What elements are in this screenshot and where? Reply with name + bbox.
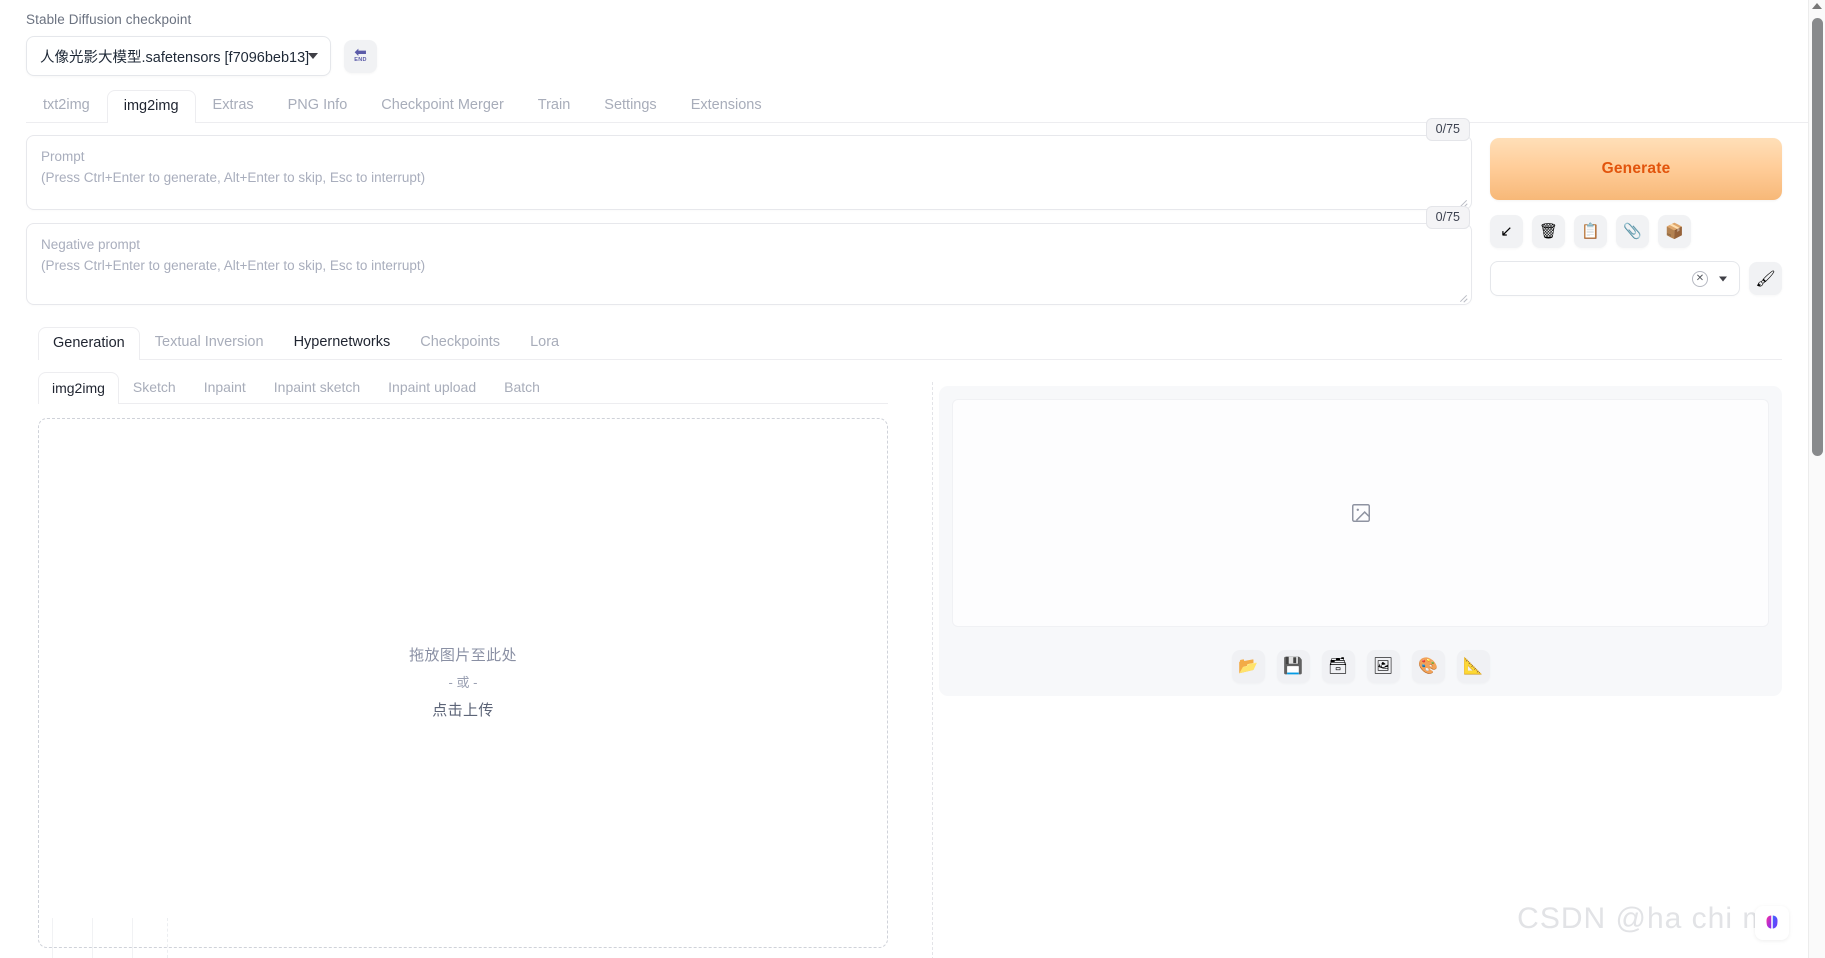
checkpoint-label: Stable Diffusion checkpoint bbox=[26, 12, 192, 27]
end-label-icon: END bbox=[354, 57, 367, 63]
tab-extensions[interactable]: Extensions bbox=[674, 89, 779, 122]
card-file-box-icon[interactable]: 🗃 bbox=[1321, 650, 1355, 683]
output-toolbar: 📂 💾 🗃 🖼 🎨 📐 bbox=[952, 650, 1769, 683]
checkpoint-select-value: 人像光影大模型.safetensors [f7096beb13] bbox=[40, 49, 310, 66]
tab-mode-inpaint-sketch[interactable]: Inpaint sketch bbox=[260, 371, 374, 403]
negative-prompt-placeholder-label: Negative prompt bbox=[41, 237, 141, 252]
negative-prompt-wrap: 0/75 Negative prompt (Press Ctrl+Enter t… bbox=[26, 206, 1472, 305]
mode-tab-bar: img2img Sketch Inpaint Inpaint sketch In… bbox=[38, 372, 888, 404]
trash-icon[interactable]: 🗑 bbox=[1532, 215, 1565, 248]
refresh-checkpoint-button[interactable]: ⬅ END bbox=[344, 39, 377, 73]
prompt-zone: 0/75 Prompt (Press Ctrl+Enter to generat… bbox=[0, 118, 1808, 305]
network-tab-bar: Generation Textual Inversion Hypernetwor… bbox=[38, 327, 1782, 360]
tab-hypernetworks[interactable]: Hypernetworks bbox=[279, 326, 406, 359]
image-dropzone[interactable]: 拖放图片至此处 - 或 - 点击上传 bbox=[38, 418, 888, 948]
image-placeholder-icon bbox=[1351, 504, 1370, 522]
triangular-ruler-icon[interactable]: 📐 bbox=[1456, 650, 1490, 683]
prompt-placeholder-hint: (Press Ctrl+Enter to generate, Alt+Enter… bbox=[41, 170, 426, 185]
tab-txt2img[interactable]: txt2img bbox=[26, 89, 107, 122]
dropzone-drag-text: 拖放图片至此处 bbox=[409, 647, 517, 664]
prompt-input[interactable]: Prompt (Press Ctrl+Enter to generate, Al… bbox=[26, 135, 1472, 210]
negative-prompt-token-counter: 0/75 bbox=[1425, 206, 1470, 229]
interrogate-arrow-icon[interactable]: ↙ bbox=[1490, 215, 1523, 248]
tab-mode-sketch[interactable]: Sketch bbox=[119, 371, 190, 403]
generate-button[interactable]: Generate bbox=[1490, 138, 1782, 200]
checkpoint-section: Stable Diffusion checkpoint 人像光影大模型.safe… bbox=[0, 0, 1808, 76]
resize-handle-icon[interactable] bbox=[1457, 291, 1468, 302]
csdn-watermark: CSDN @ha chi mi bbox=[1517, 902, 1776, 935]
column-divider bbox=[932, 382, 933, 958]
scrollbar-thumb[interactable] bbox=[1812, 18, 1823, 456]
prompt-wrap: 0/75 Prompt (Press Ctrl+Enter to generat… bbox=[26, 118, 1472, 210]
tab-train[interactable]: Train bbox=[521, 89, 588, 122]
styles-row: ✕ 🖌 bbox=[1490, 261, 1782, 296]
tab-textual-inversion[interactable]: Textual Inversion bbox=[140, 326, 279, 359]
output-gallery-card: 📂 💾 🗃 🖼 🎨 📐 bbox=[939, 386, 1782, 696]
tab-mode-inpaint-upload[interactable]: Inpaint upload bbox=[374, 371, 490, 403]
checkpoint-controls: 人像光影大模型.safetensors [f7096beb13] ⬅ END bbox=[26, 36, 1808, 76]
left-arrow-icon: ⬅ bbox=[354, 44, 367, 61]
action-column: Generate ↙ 🗑 📋 📎 📦 ✕ 🖌 bbox=[1490, 135, 1782, 296]
checkpoint-select[interactable]: 人像光影大模型.safetensors [f7096beb13] bbox=[26, 36, 331, 76]
tab-mode-inpaint[interactable]: Inpaint bbox=[190, 371, 260, 403]
left-panel: img2img Sketch Inpaint Inpaint sketch In… bbox=[26, 360, 906, 958]
styles-select[interactable]: ✕ bbox=[1490, 261, 1740, 296]
csdn-logo-icon bbox=[1755, 906, 1789, 940]
clear-icon[interactable]: ✕ bbox=[1692, 270, 1708, 287]
tab-lora[interactable]: Lora bbox=[515, 326, 574, 359]
browser-viewport: Stable Diffusion checkpoint 人像光影大模型.safe… bbox=[0, 0, 1825, 958]
negative-prompt-input[interactable]: Negative prompt (Press Ctrl+Enter to gen… bbox=[26, 223, 1472, 305]
artist-palette-icon[interactable]: 🎨 bbox=[1411, 650, 1445, 683]
framed-picture-icon[interactable]: 🖼 bbox=[1366, 650, 1400, 683]
prompt-placeholder-label: Prompt bbox=[41, 149, 85, 164]
tab-checkpoint-merger[interactable]: Checkpoint Merger bbox=[364, 89, 521, 122]
main-body: img2img Sketch Inpaint Inpaint sketch In… bbox=[26, 360, 1782, 958]
paintbrush-icon[interactable]: 🖌 bbox=[1749, 262, 1782, 295]
dropzone-upload-text[interactable]: 点击上传 bbox=[432, 699, 494, 722]
scroll-up-arrow-icon[interactable] bbox=[1812, 3, 1822, 9]
brain-logo-icon bbox=[1766, 915, 1778, 929]
tab-checkpoints[interactable]: Checkpoints bbox=[405, 326, 515, 359]
webui-page: Stable Diffusion checkpoint 人像光影大模型.safe… bbox=[0, 0, 1808, 958]
package-icon[interactable]: 📦 bbox=[1658, 215, 1691, 248]
paperclip-icon[interactable]: 📎 bbox=[1616, 215, 1649, 248]
prompt-column: 0/75 Prompt (Press Ctrl+Enter to generat… bbox=[26, 118, 1472, 305]
tab-generation[interactable]: Generation bbox=[38, 327, 140, 360]
tab-mode-img2img[interactable]: img2img bbox=[38, 372, 119, 404]
prompt-token-counter: 0/75 bbox=[1425, 118, 1470, 141]
right-panel: 📂 💾 🗃 🖼 🎨 📐 bbox=[906, 360, 1782, 958]
save-floppy-icon[interactable]: 💾 bbox=[1276, 650, 1310, 683]
page-scrollbar[interactable] bbox=[1808, 0, 1825, 958]
tab-img2img[interactable]: img2img bbox=[106, 90, 196, 123]
chevron-down-icon bbox=[1719, 276, 1727, 281]
tab-png-info[interactable]: PNG Info bbox=[271, 89, 365, 122]
top-tab-bar: txt2img img2img Extras PNG Info Checkpoi… bbox=[26, 90, 1808, 123]
tab-mode-batch[interactable]: Batch bbox=[490, 371, 554, 403]
dropzone-or-text: - 或 - bbox=[448, 675, 478, 690]
clipboard-icon[interactable]: 📋 bbox=[1574, 215, 1607, 248]
prompt-tool-row: ↙ 🗑 📋 📎 📦 bbox=[1490, 215, 1782, 248]
chevron-down-icon bbox=[308, 53, 318, 59]
open-folder-icon[interactable]: 📂 bbox=[1231, 650, 1265, 683]
negative-prompt-placeholder-hint: (Press Ctrl+Enter to generate, Alt+Enter… bbox=[41, 258, 426, 273]
tab-settings[interactable]: Settings bbox=[587, 89, 673, 122]
output-preview-area[interactable] bbox=[952, 399, 1769, 627]
tab-extras[interactable]: Extras bbox=[196, 89, 271, 122]
